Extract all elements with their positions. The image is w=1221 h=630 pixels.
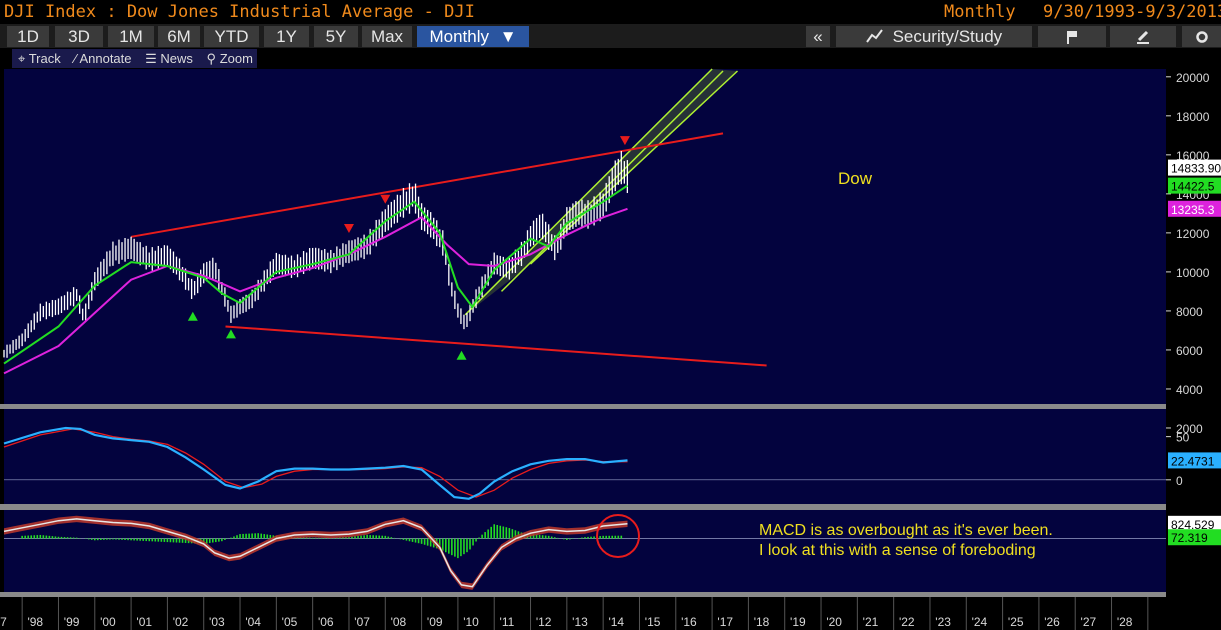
x-tick-label: '20 (826, 615, 842, 629)
period-label: Monthly (944, 2, 1016, 22)
macd-note-line-2: I look at this with a sense of forebodin… (759, 542, 1036, 559)
panel-separator (0, 404, 1166, 409)
period-select[interactable]: Monthly ▼ (417, 26, 529, 47)
edit-button[interactable] (1110, 26, 1176, 47)
range-button-1y[interactable]: 1Y (264, 26, 309, 47)
gear-icon (1195, 31, 1208, 43)
x-tick-label: '17 (717, 615, 733, 629)
x-tick-label: '22 (899, 615, 915, 629)
x-tick-label: '19 (790, 615, 806, 629)
flag-button[interactable] (1038, 26, 1106, 47)
title-bar: DJI Index : Dow Jones Industrial Average… (0, 0, 1221, 24)
x-tick-label: '03 (209, 615, 225, 629)
range-button-3d[interactable]: 3D (55, 26, 103, 47)
x-tick-label: '09 (427, 615, 443, 629)
x-tick-label: '27 (1081, 615, 1097, 629)
last-value-slow-ma: 13235.3 (1171, 203, 1215, 217)
security-title: DJI Index : Dow Jones Industrial Average… (4, 2, 475, 22)
range-button-6m[interactable]: 6M (158, 26, 200, 47)
settings-button[interactable] (1182, 26, 1221, 47)
x-tick-label: '23 (935, 615, 951, 629)
range-button-1d[interactable]: 1D (7, 26, 49, 47)
range-button-max[interactable]: Max (362, 26, 412, 47)
x-tick-label: '21 (863, 615, 879, 629)
y-tick-label: 10000 (1176, 266, 1210, 280)
collapse-button[interactable]: « (806, 26, 830, 47)
y-tick-label: 20000 (1176, 71, 1210, 85)
security-study-label: Security/Study (892, 27, 1003, 46)
y-tick-label: 18000 (1176, 110, 1210, 124)
dow-annotation: Dow (838, 169, 873, 188)
x-tick-label: '24 (972, 615, 988, 629)
caret-down-icon: ▼ (499, 27, 517, 46)
x-tick-label: '25 (1008, 615, 1024, 629)
last-value-fast-ma: 14422.5 (1171, 180, 1215, 194)
last-value-macd: 22.4731 (1171, 454, 1215, 468)
security-study-button[interactable]: Security/Study (836, 26, 1032, 47)
chart-icon (866, 29, 883, 43)
chart-area[interactable]: '97 '98 '99 '00 '01 '02 '03 '04 '05 '06 '07 '08 '09 '… (0, 48, 1221, 630)
x-tick-label: '18 (754, 615, 770, 629)
x-tick-label: '97 (0, 615, 7, 629)
indicator-panel (4, 409, 1166, 504)
x-tick-label: '16 (681, 615, 697, 629)
x-tick-label: '28 (1117, 615, 1133, 629)
y-tick-label: 8000 (1176, 305, 1203, 319)
range-button-5y[interactable]: 5Y (314, 26, 358, 47)
toolbar: 1D 3D 1M 6M YTD 1Y 5Y Max Monthly ▼ « Se… (0, 24, 1221, 48)
x-tick-label: '07 (354, 615, 370, 629)
y-tick-label: 6000 (1176, 344, 1203, 358)
x-tick-label: '02 (173, 615, 189, 629)
range-button-1m[interactable]: 1M (108, 26, 154, 47)
x-tick-label: '12 (536, 615, 552, 629)
x-tick-label: '14 (608, 615, 624, 629)
y-tick-label: 50 (1176, 431, 1190, 445)
panel-separator (0, 592, 1166, 597)
y-tick-label: 4000 (1176, 383, 1203, 397)
x-tick-label: '06 (318, 615, 334, 629)
x-tick-label: '08 (391, 615, 407, 629)
x-tick-label: '15 (645, 615, 661, 629)
range-button-ytd[interactable]: YTD (204, 26, 259, 47)
x-tick-label: '05 (282, 615, 298, 629)
x-tick-label: '04 (245, 615, 261, 629)
x-tick-label: '01 (136, 615, 152, 629)
period-select-value: Monthly (429, 27, 489, 46)
macd-note-line-1: MACD is as overbought as it's ever been. (759, 522, 1053, 539)
x-tick-label: '00 (100, 615, 116, 629)
x-tick-label: '26 (1044, 615, 1060, 629)
price-panel (4, 69, 1166, 404)
y-tick-label: 12000 (1176, 227, 1210, 241)
last-value-price: 14833.90 (1171, 162, 1221, 176)
panel-separator (0, 504, 1166, 510)
y-tick-label: 0 (1176, 474, 1183, 488)
x-tick-label: '99 (64, 615, 80, 629)
date-range[interactable]: 9/30/1993-9/3/2013 (1043, 0, 1221, 24)
x-tick-label: '13 (572, 615, 588, 629)
flag-icon (1067, 31, 1077, 44)
pencil-icon (1137, 30, 1149, 44)
last-value-histogram: 72.319 (1171, 531, 1208, 545)
x-tick-label: '10 (463, 615, 479, 629)
x-tick-label: '11 (500, 615, 515, 629)
x-tick-label: '98 (27, 615, 43, 629)
